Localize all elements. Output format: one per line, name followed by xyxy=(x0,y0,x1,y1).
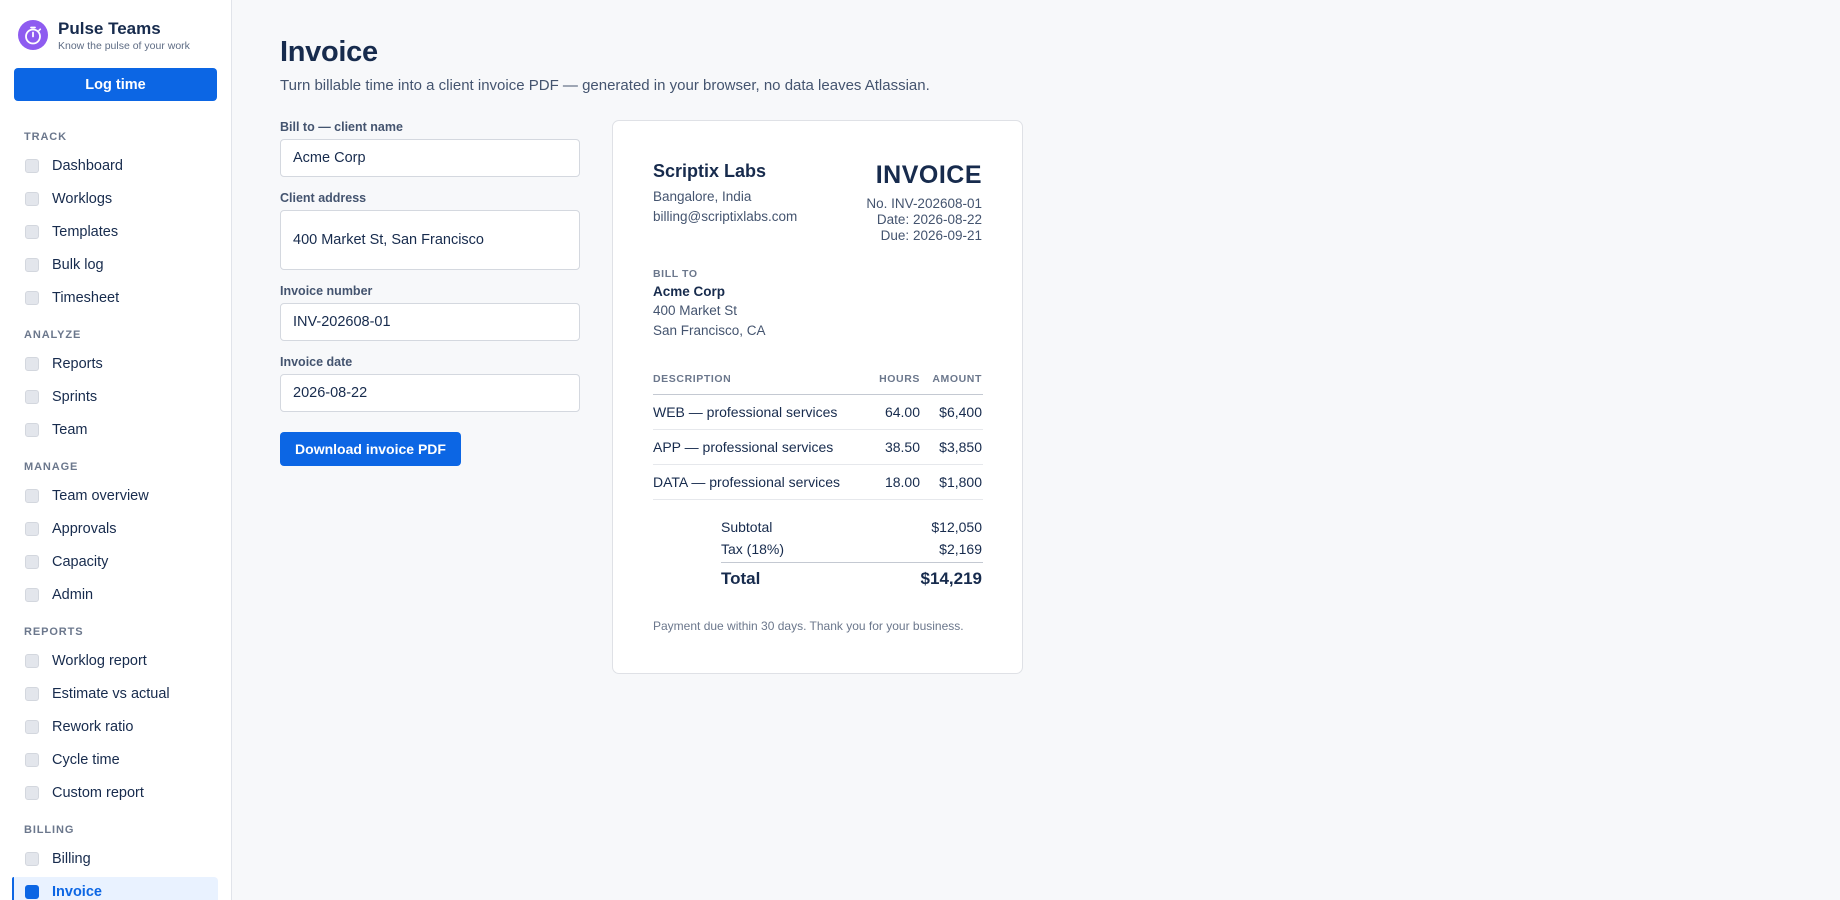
invoice-date-input[interactable] xyxy=(280,374,580,412)
sidebar-item-team-overview[interactable]: Team overview xyxy=(12,481,218,511)
sidebar-item-team[interactable]: Team xyxy=(12,415,218,445)
sidebar-item-timesheet[interactable]: Timesheet xyxy=(12,283,218,313)
client-address-label: Client address xyxy=(280,191,367,205)
invoice-preview: Scriptix Labs Bangalore, India billing@s… xyxy=(612,120,1023,674)
nav-section-manage: MANAGE xyxy=(24,461,79,473)
line-item-description: DATA — professional services xyxy=(653,474,840,490)
sidebar-item-bulk-log[interactable]: Bulk log xyxy=(12,250,218,280)
nav-square-icon xyxy=(25,291,39,305)
line-item-amount: $3,850 xyxy=(939,439,982,455)
sidebar-item-cycle-time[interactable]: Cycle time xyxy=(12,745,218,775)
nav-square-icon xyxy=(25,852,39,866)
payment-terms-note: Payment due within 30 days. Thank you fo… xyxy=(653,619,964,633)
nav-square-icon xyxy=(25,225,39,239)
app-tagline: Know the pulse of your work xyxy=(58,40,190,52)
brand: Pulse Teams Know the pulse of your work xyxy=(18,19,190,53)
page-subtitle: Turn billable time into a client invoice… xyxy=(280,77,930,94)
app-name: Pulse Teams xyxy=(58,19,161,38)
sidebar-item-estimate-vs-actual[interactable]: Estimate vs actual xyxy=(12,679,218,709)
sidebar: Pulse Teams Know the pulse of your work … xyxy=(0,0,232,900)
sidebar-item-reports[interactable]: Reports xyxy=(12,349,218,379)
sidebar-item-rework-ratio[interactable]: Rework ratio xyxy=(12,712,218,742)
invoice-date-line: Date: 2026-08-22 xyxy=(876,212,982,227)
sidebar-item-custom-report[interactable]: Custom report xyxy=(12,778,218,808)
nav-section-track: TRACK xyxy=(24,131,67,143)
bill-to-name: Acme Corp xyxy=(653,284,726,299)
bill-to-address-line: 400 Market St xyxy=(653,303,738,318)
sidebar-item-worklog-report[interactable]: Worklog report xyxy=(12,646,218,676)
invoice-heading: INVOICE xyxy=(875,161,982,189)
page-title: Invoice xyxy=(280,36,378,68)
download-invoice-pdf-button[interactable]: Download invoice PDF xyxy=(280,432,461,466)
sidebar-item-worklogs[interactable]: Worklogs xyxy=(12,184,218,214)
row-divider xyxy=(653,499,983,500)
client-address-input[interactable] xyxy=(280,210,580,270)
nav-square-icon xyxy=(25,522,39,536)
total-value: $14,219 xyxy=(920,569,982,588)
sidebar-item-sprints[interactable]: Sprints xyxy=(12,382,218,412)
table-header-divider xyxy=(653,394,983,395)
invoice-number-line: No. INV-202608-01 xyxy=(866,196,982,211)
line-item-amount: $6,400 xyxy=(939,404,982,420)
line-item-hours: 64.00 xyxy=(884,404,920,420)
nav-square-icon xyxy=(25,720,39,734)
stopwatch-logo-icon xyxy=(18,20,48,50)
invoice-due-line: Due: 2026-09-21 xyxy=(880,228,982,243)
column-header-description: DESCRIPTION xyxy=(653,373,732,385)
line-item-amount: $1,800 xyxy=(939,474,982,490)
nav-square-icon xyxy=(25,357,39,371)
nav-square-icon xyxy=(25,885,39,899)
nav-square-icon xyxy=(25,258,39,272)
invoice-number-label: Invoice number xyxy=(280,284,373,298)
sidebar-item-admin[interactable]: Admin xyxy=(12,580,218,610)
client-name-label: Bill to — client name xyxy=(280,120,403,134)
client-name-input[interactable] xyxy=(280,139,580,177)
sidebar-item-dashboard[interactable]: Dashboard xyxy=(12,151,218,181)
nav-square-icon xyxy=(25,654,39,668)
line-item-description: WEB — professional services xyxy=(653,404,838,420)
subtotal-value: $12,050 xyxy=(931,519,982,535)
column-header-hours: HOURS xyxy=(879,373,920,385)
nav-square-icon xyxy=(25,159,39,173)
sidebar-item-capacity[interactable]: Capacity xyxy=(12,547,218,577)
company-name: Scriptix Labs xyxy=(653,161,767,181)
line-item-hours: 38.50 xyxy=(884,439,920,455)
sidebar-item-approvals[interactable]: Approvals xyxy=(12,514,218,544)
nav-square-icon xyxy=(25,786,39,800)
line-item-hours: 18.00 xyxy=(884,474,920,490)
nav-square-icon xyxy=(25,390,39,404)
total-divider xyxy=(721,562,983,563)
nav-section-reports: REPORTS xyxy=(24,626,84,638)
column-header-amount: AMOUNT xyxy=(932,373,982,385)
invoice-number-input[interactable] xyxy=(280,303,580,341)
row-divider xyxy=(653,464,983,465)
log-time-button[interactable]: Log time xyxy=(14,68,217,101)
tax-label: Tax (18%) xyxy=(721,541,785,557)
row-divider xyxy=(653,429,983,430)
nav-square-icon xyxy=(25,489,39,503)
nav-square-icon xyxy=(25,423,39,437)
invoice-date-label: Invoice date xyxy=(280,355,353,369)
sidebar-item-invoice[interactable]: Invoice xyxy=(12,877,218,900)
nav-square-icon xyxy=(25,687,39,701)
company-address: Bangalore, India xyxy=(653,189,752,204)
nav-section-billing: BILLING xyxy=(24,824,75,836)
nav-square-icon xyxy=(25,588,39,602)
nav-section-analyze: ANALYZE xyxy=(24,329,82,341)
subtotal-label: Subtotal xyxy=(721,519,773,535)
tax-value: $2,169 xyxy=(939,541,982,557)
nav-square-icon xyxy=(25,555,39,569)
nav-square-icon xyxy=(25,192,39,206)
sidebar-item-templates[interactable]: Templates xyxy=(12,217,218,247)
company-email: billing@scriptixlabs.com xyxy=(653,209,798,224)
bill-to-city-line: San Francisco, CA xyxy=(653,323,766,338)
line-item-description: APP — professional services xyxy=(653,439,834,455)
bill-to-label: BILL TO xyxy=(653,268,698,280)
sidebar-item-billing[interactable]: Billing xyxy=(12,844,218,874)
total-label: Total xyxy=(721,569,761,588)
nav-square-icon xyxy=(25,753,39,767)
